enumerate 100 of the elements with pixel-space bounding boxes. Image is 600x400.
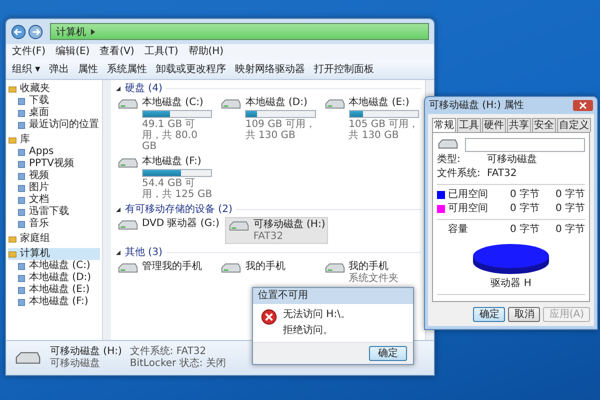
sidebar-item[interactable]: PPTV视频: [8, 158, 100, 170]
menu-item[interactable]: 编辑(E): [56, 45, 90, 59]
sidebar-item[interactable]: 下载: [8, 95, 100, 107]
sidebar-item[interactable]: 库: [8, 134, 100, 146]
sidebar-item[interactable]: 视频: [8, 170, 100, 182]
collapse-icon[interactable]: [115, 86, 121, 92]
details-name: 可移动磁盘 (H:): [50, 346, 122, 358]
drive-name: 管理我的手机: [142, 261, 203, 273]
drive-label: 驱动器 H: [490, 278, 532, 290]
drive-name: 本地磁盘 (D:): [245, 97, 308, 109]
tab[interactable]: 常规: [432, 118, 456, 132]
drive-name: 我的手机: [348, 261, 390, 272]
size-value: 0 字节: [554, 224, 585, 236]
toolbar-button[interactable]: 弹出: [49, 63, 70, 76]
drive-detail: 105 GB 可用，共 130 GB: [348, 119, 419, 141]
drive-tile[interactable]: 本地磁盘 (D:) 109 GB 可用，共 130 GB: [218, 96, 318, 153]
drive-tile[interactable]: DVD 驱动器 (G:): [115, 217, 222, 244]
sidebar-item[interactable]: 音乐: [8, 218, 100, 230]
chevron-icon[interactable]: [90, 28, 96, 36]
drive-tile[interactable]: 可移动磁盘 (H:) FAT32: [225, 217, 328, 244]
legend-label: 可用空间: [448, 203, 489, 215]
drive-tile[interactable]: 我的手机: [218, 260, 318, 285]
sidebar-item[interactable]: 图片: [8, 182, 100, 194]
back-forward-icon[interactable]: [11, 24, 45, 40]
sidebar-item[interactable]: 本地磁盘 (D:): [8, 272, 100, 284]
sidebar-item[interactable]: 最近访问的位置: [8, 119, 100, 131]
section-header[interactable]: 其他 (3): [125, 246, 162, 259]
byte-value: 0 字节: [508, 224, 540, 236]
sidebar-item[interactable]: 收藏夹: [8, 83, 100, 95]
sidebar-item[interactable]: 本地磁盘 (E:): [8, 284, 100, 296]
drive-detail: 54.4 GB 可用，共 125 GB: [142, 178, 212, 200]
drive-detail: 49.1 GB 可用，共 80.0 GB: [142, 119, 198, 152]
drive-tile[interactable]: 本地磁盘 (C:) 49.1 GB 可用，共 80.0 GB: [115, 96, 214, 153]
byte-value: 0 字节: [508, 189, 540, 201]
toolbar-button[interactable]: 系统属性: [107, 63, 148, 76]
drive-name: 本地磁盘 (E:): [348, 97, 410, 109]
collapse-icon[interactable]: [115, 250, 121, 256]
group-icon: [8, 136, 17, 144]
collapse-icon[interactable]: [115, 206, 121, 212]
sidebar-item[interactable]: 本地磁盘 (C:): [8, 260, 100, 272]
drive-name: DVD 驱动器 (G:): [142, 218, 220, 230]
error-icon: [261, 309, 277, 325]
error-message: 无法访问 H:\。: [283, 309, 350, 321]
sidebar-item[interactable]: 迅雷下载: [8, 206, 100, 218]
details-field: BitLocker 状态: 关闭: [130, 358, 226, 370]
address-text: 计算机: [56, 26, 86, 38]
toolbar-button[interactable]: 映射网络驱动器: [235, 63, 306, 76]
toolbar-button[interactable]: 属性: [78, 63, 98, 76]
info-label: 文件系统:: [437, 168, 482, 180]
menu-item[interactable]: 查看(V): [100, 45, 134, 59]
drive-tile[interactable]: 我的手机 系统文件夹: [322, 260, 421, 285]
info-value: FAT32: [487, 168, 517, 180]
drive-detail: 109 GB 可用，共 130 GB: [245, 119, 316, 141]
tab[interactable]: 安全: [532, 118, 556, 132]
menu-item[interactable]: 文件(F): [12, 45, 46, 59]
drive-tile[interactable]: 管理我的手机: [115, 260, 214, 285]
tab[interactable]: 自定义: [557, 118, 591, 132]
address-bar[interactable]: 计算机: [50, 23, 429, 40]
toolbar-button[interactable]: 打开控制面板: [314, 63, 374, 76]
capacity-label: 容量: [448, 224, 469, 236]
drive-detail: 系统文件夹: [348, 273, 400, 284]
sidebar-item[interactable]: 桌面: [8, 107, 100, 119]
dialog-title: 可移动磁盘 (H:) 属性: [429, 99, 524, 112]
section-header[interactable]: 硬盘 (4): [125, 82, 162, 95]
drive-name: 我的手机: [245, 261, 286, 273]
drive-name: 本地磁盘 (F:): [142, 156, 202, 168]
toolbar-button[interactable]: 卸载或更改程序: [156, 63, 226, 76]
drive-tile[interactable]: 本地磁盘 (F:) 54.4 GB 可用，共 125 GB: [115, 155, 214, 201]
legend-label: 已用空间: [448, 189, 489, 201]
tab[interactable]: 硬件: [482, 118, 506, 132]
sidebar-item[interactable]: 文档: [8, 194, 100, 206]
group-icon: [8, 84, 17, 94]
section-header[interactable]: 有可移动存储的设备 (2): [125, 203, 232, 216]
menu-item[interactable]: 帮助(H): [188, 45, 224, 59]
scrollbar[interactable]: [102, 80, 111, 340]
drive-detail: FAT32: [253, 231, 284, 242]
details-type: 可移动磁盘: [50, 358, 101, 370]
dialog-button[interactable]: 确定: [473, 307, 506, 322]
details-field: 文件系统: FAT32: [130, 346, 226, 358]
dialog-button[interactable]: 取消: [508, 307, 540, 322]
sidebar-item[interactable]: 家庭组: [8, 233, 100, 245]
sidebar-item[interactable]: 本地磁盘 (F:): [8, 296, 100, 308]
info-label: 类型:: [437, 154, 462, 166]
error-detail: 拒绝访问。: [283, 325, 334, 337]
sidebar-item[interactable]: 计算机: [8, 248, 100, 260]
drive-tile[interactable]: 本地磁盘 (E:) 105 GB 可用，共 130 GB: [322, 96, 421, 153]
ok-button[interactable]: 确定: [369, 346, 407, 361]
name-field[interactable]: [465, 138, 585, 152]
close-button[interactable]: [573, 100, 593, 111]
toolbar-button[interactable]: 组织 ▾: [12, 63, 40, 76]
size-value: 0 字节: [554, 203, 585, 215]
drive-name: 本地磁盘 (C:): [142, 97, 204, 109]
sidebar-item[interactable]: Apps: [8, 146, 100, 158]
info-value: 可移动磁盘: [487, 154, 537, 166]
tab[interactable]: 共享: [507, 118, 531, 132]
byte-value: 0 字节: [508, 203, 540, 215]
menu-item[interactable]: 工具(T): [144, 45, 178, 59]
tab[interactable]: 工具: [457, 118, 481, 132]
drive-name: 可移动磁盘 (H:): [253, 219, 326, 231]
size-value: 0 字节: [554, 189, 585, 201]
